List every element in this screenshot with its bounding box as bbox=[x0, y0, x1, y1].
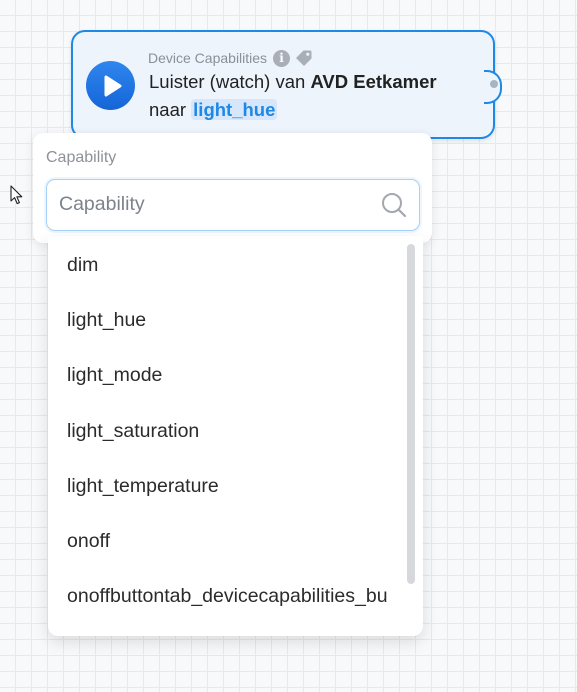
tag-icon[interactable] bbox=[295, 49, 313, 67]
card-text-prefix: Luister (watch) van bbox=[149, 71, 311, 92]
connector-dot[interactable] bbox=[490, 80, 498, 88]
capability-label: Capability bbox=[46, 149, 117, 166]
dropdown-item-light-saturation[interactable]: light_saturation bbox=[48, 404, 404, 459]
dropdown-item-onoffbuttontab[interactable]: onoffbuttontab_devicecapabilities_bu bbox=[48, 569, 404, 624]
play-icon[interactable] bbox=[86, 61, 135, 110]
capability-list: dim light_hue light_mode light_saturatio… bbox=[48, 238, 404, 624]
mouse-cursor-icon bbox=[10, 185, 23, 205]
dropdown-item-light-hue[interactable]: light_hue bbox=[48, 293, 404, 348]
card-header: Device Capabilities i bbox=[148, 49, 313, 67]
capability-picker: Capability bbox=[33, 133, 432, 243]
card-sentence-line-1: Luister (watch) van AVD Eetkamer bbox=[149, 71, 437, 93]
device-capabilities-card[interactable]: Device Capabilities i Luister (watch) va… bbox=[71, 30, 502, 139]
dropdown-item-dim[interactable]: dim bbox=[48, 238, 404, 293]
search-icon[interactable] bbox=[381, 192, 407, 218]
card-title: Device Capabilities bbox=[148, 50, 268, 66]
info-icon[interactable]: i bbox=[273, 49, 291, 67]
device-name[interactable]: AVD Eetkamer bbox=[310, 71, 436, 92]
dropdown-scrollbar[interactable] bbox=[407, 244, 415, 584]
dropdown-item-onoff[interactable]: onoff bbox=[48, 514, 404, 569]
card-text-naar: naar bbox=[149, 99, 192, 120]
scrollbar-thumb[interactable] bbox=[407, 244, 415, 584]
dropdown-item-light-mode[interactable]: light_mode bbox=[48, 348, 404, 403]
capability-search-input[interactable] bbox=[59, 180, 359, 229]
capability-token[interactable]: light_hue bbox=[191, 99, 278, 120]
capability-dropdown[interactable]: dim light_hue light_mode light_saturatio… bbox=[48, 236, 423, 636]
card-sentence-line-2: naar light_hue bbox=[149, 99, 278, 121]
dropdown-item-light-temperature[interactable]: light_temperature bbox=[48, 459, 404, 514]
capability-search-box[interactable] bbox=[46, 179, 420, 231]
